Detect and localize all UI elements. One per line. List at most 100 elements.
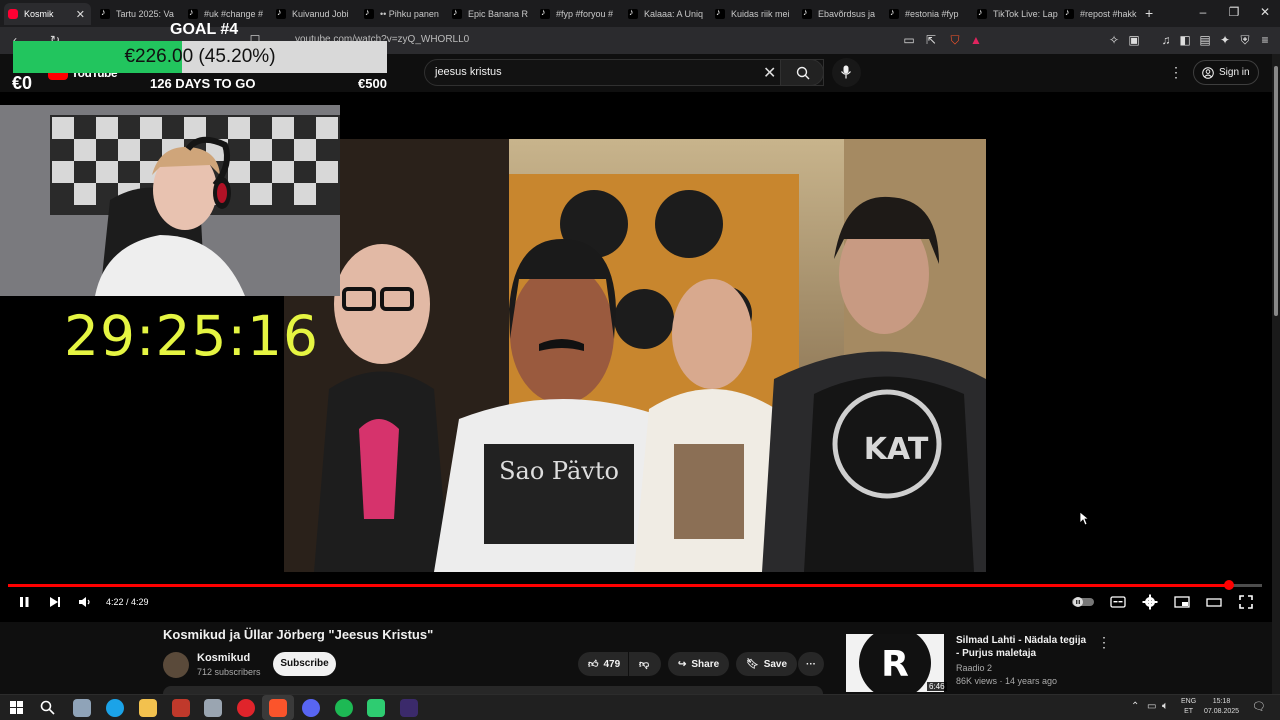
network-icon[interactable]: ▭ [1147, 701, 1156, 712]
extensions-icon[interactable]: ✧ [1107, 33, 1121, 47]
stream-countdown: 29:25:16 [64, 304, 320, 368]
close-icon[interactable]: ✕ [76, 8, 85, 21]
goal-max: €500 [358, 76, 387, 91]
sidebar-icon[interactable]: ◧ [1178, 33, 1192, 47]
theater-icon [1206, 598, 1222, 607]
tab-label: •• Pihku panen [380, 9, 439, 19]
volume-icon [79, 597, 90, 607]
windows-start-icon[interactable] [10, 701, 23, 714]
webcam-image [0, 105, 340, 296]
opera-icon[interactable] [237, 699, 255, 717]
search-taskbar-icon[interactable] [40, 700, 55, 715]
tab-estonia[interactable]: #estonia #fyp [885, 3, 972, 25]
channel-name[interactable]: Kosmikud [197, 652, 250, 664]
tab-repost[interactable]: #repost #hakk [1060, 3, 1147, 25]
scrollbar-thumb[interactable] [1274, 66, 1278, 316]
more-options-icon[interactable]: ⋮ [1169, 64, 1183, 81]
app-green-icon[interactable] [367, 699, 385, 717]
screen-icon[interactable]: ▭ [902, 33, 916, 47]
search-input[interactable]: jeesus kristus ✕ [424, 59, 824, 86]
tab-kalaaa[interactable]: Kalaaa: A Uniq [624, 3, 711, 25]
brave-icon[interactable] [269, 699, 287, 717]
tab-kuidas[interactable]: Kuidas riik mei [711, 3, 798, 25]
file-explorer-icon[interactable] [139, 699, 157, 717]
minimize-button[interactable]: – [1188, 5, 1218, 19]
music-icon[interactable]: ♫ [1159, 33, 1173, 47]
notification-icon[interactable]: 🗨︎ [1252, 700, 1266, 713]
share-page-icon[interactable]: ⇱ [924, 33, 938, 47]
search-query[interactable]: jeesus kristus [435, 66, 502, 78]
discord-icon[interactable] [302, 699, 320, 717]
account-icon [1202, 66, 1214, 79]
app-gray-icon[interactable] [204, 699, 222, 717]
tab-label: Tartu 2025: Va [116, 9, 174, 19]
mouse-cursor-icon [1079, 511, 1089, 526]
recommended-more-icon[interactable]: ⋮ [1097, 634, 1111, 651]
tab-label: #uk #change # [204, 9, 264, 19]
screenshot-icon[interactable]: ▣ [1127, 33, 1141, 47]
sign-in-button[interactable]: Sign in [1193, 60, 1259, 85]
tab-label: Kosmik [24, 9, 54, 19]
save-label: Save [763, 658, 788, 670]
tiktok-icon [628, 7, 638, 19]
spotify-icon[interactable] [335, 699, 353, 717]
tab-tiktok-live[interactable]: TikTok Live: Lap [973, 3, 1060, 25]
app-explorer-icon[interactable] [73, 699, 91, 717]
next-video-button[interactable] [46, 593, 64, 611]
window-close-button[interactable]: ✕ [1250, 5, 1280, 19]
new-tab-button[interactable]: + [1145, 5, 1153, 21]
channel-avatar[interactable] [163, 652, 189, 678]
settings-button[interactable] [1141, 593, 1159, 611]
tiktok-icon [364, 7, 374, 19]
search-button[interactable] [780, 59, 824, 86]
leo-ai-icon[interactable]: ✦ [1218, 33, 1232, 47]
share-button[interactable]: ↪ Share [668, 652, 730, 676]
vpn-icon[interactable]: ⛨ [1238, 33, 1252, 47]
tiktok-icon [802, 7, 812, 19]
description-box[interactable] [163, 686, 823, 694]
recommended-video-channel[interactable]: Raadio 2 [956, 663, 992, 673]
goal-amount: €226.00 (45.20%) [124, 46, 276, 67]
theater-mode-button[interactable] [1205, 593, 1223, 611]
input-language[interactable]: ENG ET [1181, 697, 1196, 717]
fullscreen-button[interactable] [1237, 593, 1255, 611]
like-button[interactable]: 👍︎ 479 [578, 652, 628, 676]
tab-label: Epic Banana R [468, 9, 529, 19]
app-red-icon[interactable] [172, 699, 190, 717]
video-progress-fill [8, 584, 1230, 587]
tray-chevron-icon[interactable]: ⌃ [1131, 701, 1139, 712]
mute-button[interactable] [76, 593, 94, 611]
page-scrollbar[interactable] [1272, 54, 1280, 694]
edge-icon[interactable] [106, 699, 124, 717]
captions-button[interactable] [1109, 593, 1127, 611]
recommended-video-title[interactable]: Silmad Lahti - Nädala tegija - Purjus ma… [956, 634, 1091, 660]
more-actions-button[interactable]: ··· [798, 652, 824, 676]
autoplay-toggle[interactable] [1072, 593, 1094, 611]
tiktok-icon [188, 7, 198, 19]
system-clock[interactable]: 15:18 07.08.2025 [1204, 697, 1239, 717]
video-frame[interactable]: Sao Pävto KAT [284, 139, 986, 572]
clear-search-icon[interactable]: ✕ [763, 63, 776, 83]
microphone-icon [841, 65, 851, 79]
goal-days-left: 126 DAYS TO GO [150, 76, 256, 91]
speaker-icon[interactable]: 🔈︎ [1162, 700, 1169, 713]
tab-ebavordsus[interactable]: Ebavõrdsus ja [798, 3, 885, 25]
pause-button[interactable] [15, 593, 33, 611]
lang-bottom: ET [1184, 708, 1194, 715]
brave-shield-icon[interactable]: ⛉ [948, 33, 962, 47]
video-progress-bar[interactable] [8, 580, 1262, 590]
app-purple-icon[interactable] [400, 699, 418, 717]
dislike-button[interactable]: 👎︎ [629, 652, 661, 676]
menu-icon[interactable]: ≡ [1258, 33, 1272, 47]
maximize-button[interactable]: ❐ [1219, 5, 1249, 19]
save-button[interactable]: 🔖︎ Save [736, 652, 798, 676]
brave-rewards-icon[interactable]: ▲ [969, 33, 983, 47]
wallet-icon[interactable]: ▤ [1198, 33, 1212, 47]
voice-search-button[interactable] [832, 58, 861, 87]
tab-fyp[interactable]: #fyp #foryou # [536, 3, 623, 25]
subscribe-button[interactable]: Subscribe [273, 652, 336, 676]
like-count: 479 [603, 658, 621, 670]
miniplayer-button[interactable] [1173, 593, 1191, 611]
share-icon: ↪ [678, 658, 687, 670]
tab-epic-banana[interactable]: Epic Banana R [448, 3, 535, 25]
